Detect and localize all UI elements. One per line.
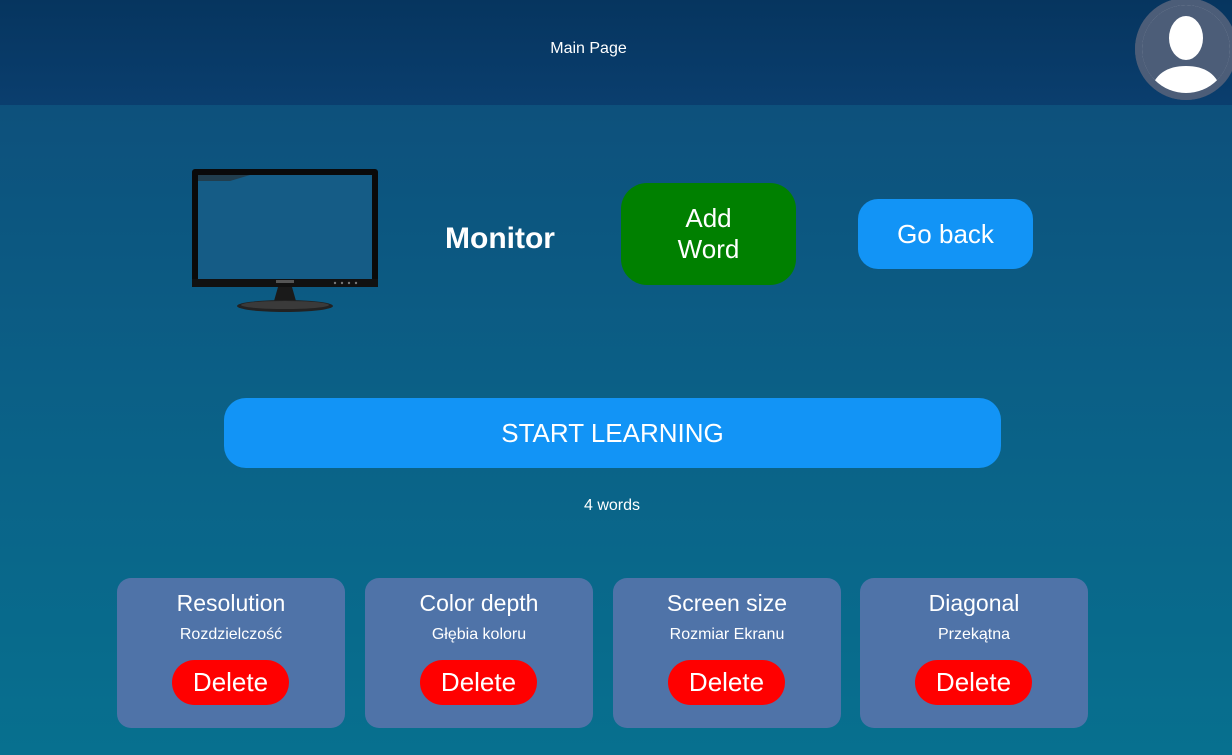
top-bar: Main Page xyxy=(0,0,1232,105)
word-card: Resolution Rozdzielczość Delete xyxy=(117,578,345,728)
word-card: Screen size Rozmiar Ekranu Delete xyxy=(613,578,841,728)
word-translation: Głębia koloru xyxy=(431,626,527,643)
go-back-button[interactable]: Go back xyxy=(858,199,1033,269)
word-translation: Rozmiar Ekranu xyxy=(669,626,785,643)
delete-button[interactable]: Delete xyxy=(668,660,785,705)
word-translation: Przekątna xyxy=(937,626,1011,643)
word-term: Resolution xyxy=(176,590,286,616)
user-avatar-icon[interactable] xyxy=(1135,0,1232,100)
word-count: 4 words xyxy=(583,497,641,514)
word-card: Color depth Głębia koloru Delete xyxy=(365,578,593,728)
topic-title: Monitor xyxy=(445,222,555,255)
monitor-image xyxy=(190,167,380,315)
word-term: Color depth xyxy=(419,590,539,616)
word-term: Diagonal xyxy=(928,590,1020,616)
word-card: Diagonal Przekątna Delete xyxy=(860,578,1088,728)
add-word-button[interactable]: Add Word xyxy=(621,183,796,285)
delete-button[interactable]: Delete xyxy=(172,660,289,705)
delete-button[interactable]: Delete xyxy=(420,660,537,705)
start-learning-button[interactable]: START LEARNING xyxy=(224,398,1001,468)
delete-button[interactable]: Delete xyxy=(915,660,1032,705)
page-title[interactable]: Main Page xyxy=(500,40,677,58)
word-translation: Rozdzielczość xyxy=(179,626,283,643)
word-term: Screen size xyxy=(666,590,788,616)
